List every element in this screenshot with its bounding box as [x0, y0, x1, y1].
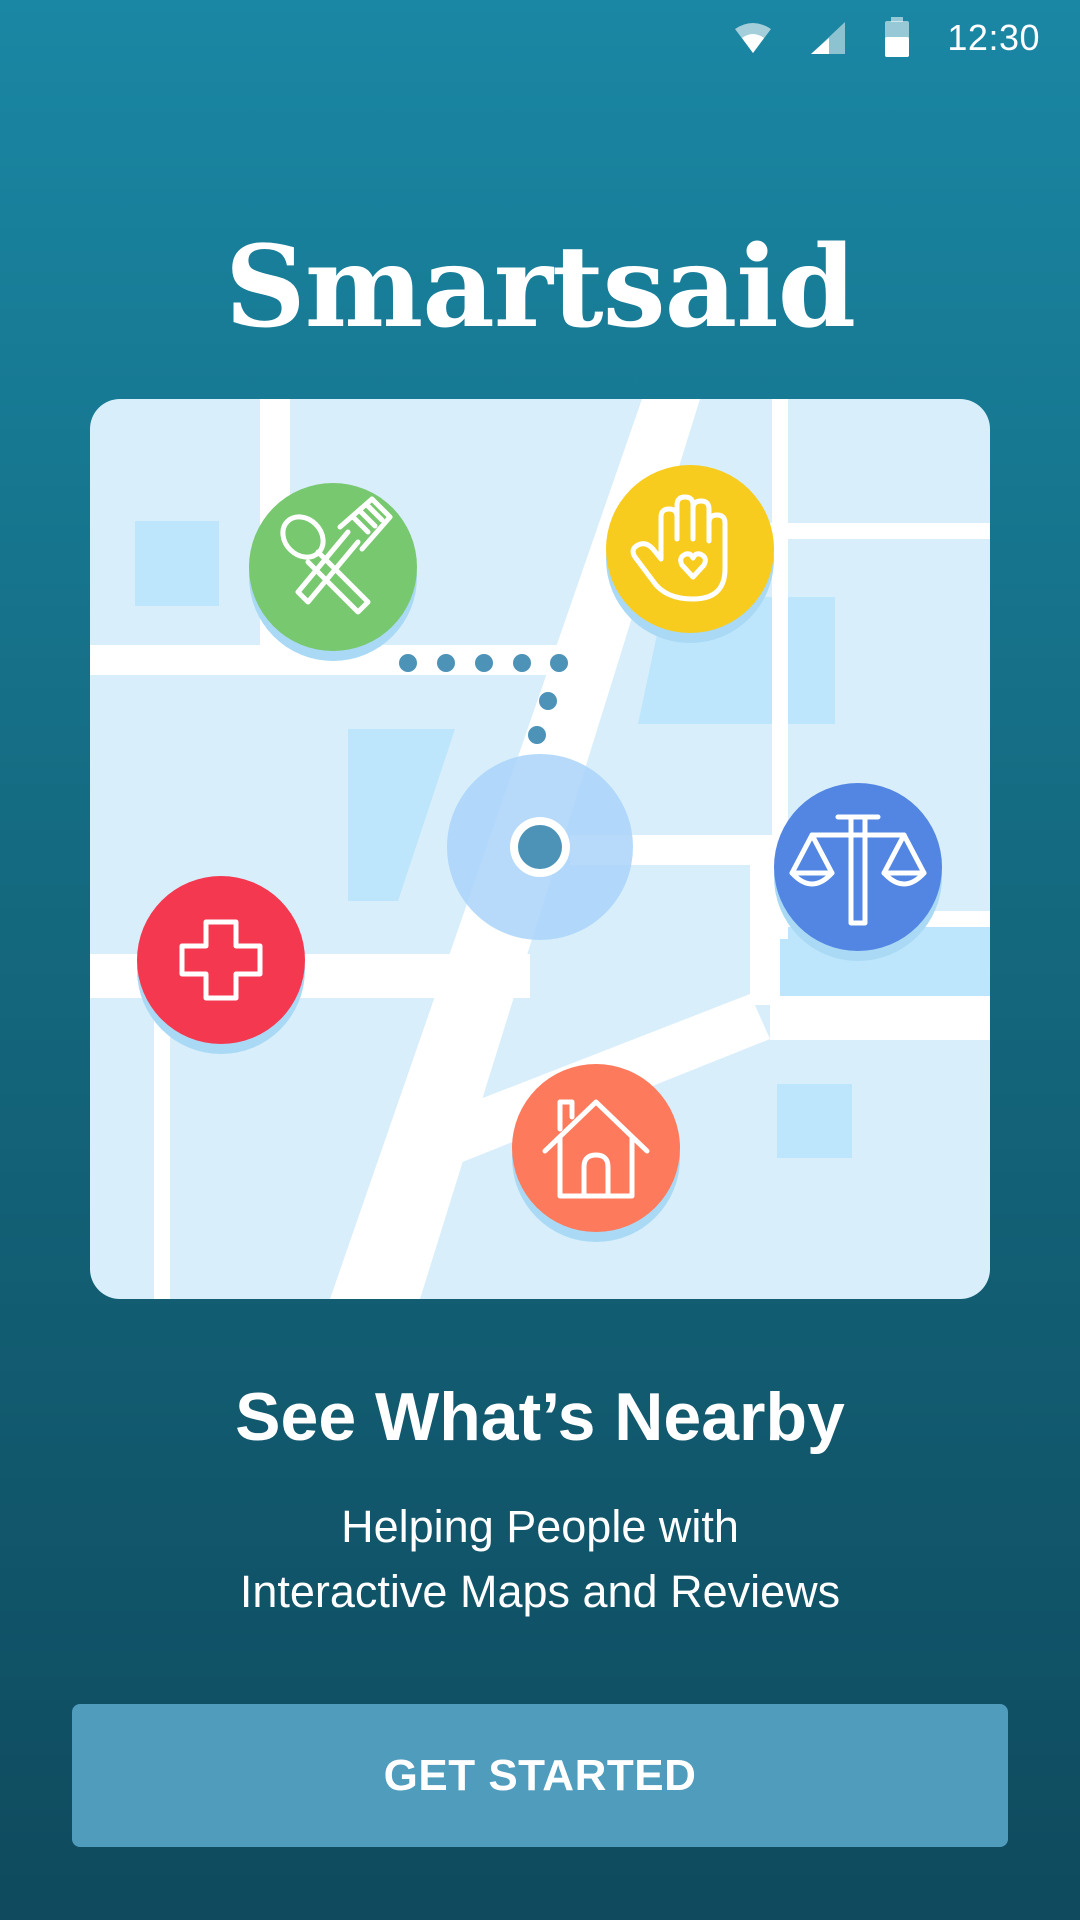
subtitle-line-2: Interactive Maps and Reviews — [239, 1566, 841, 1617]
onboarding-headline: See What’s Nearby — [235, 1379, 845, 1455]
food-marker[interactable] — [249, 483, 417, 661]
health-marker[interactable] — [137, 876, 305, 1054]
legal-marker[interactable] — [774, 783, 942, 961]
status-bar: 12:30 — [0, 0, 1080, 76]
app-title: Smartsaid — [224, 222, 856, 353]
map-block — [777, 1084, 852, 1158]
wifi-icon — [735, 23, 772, 53]
status-time: 12:30 — [947, 17, 1040, 58]
onboarding-subtitle: Helping People with Interactive Maps and… — [0, 1494, 1080, 1624]
current-location-marker — [447, 754, 633, 940]
subtitle-line-1: Helping People with — [341, 1501, 739, 1552]
map-block — [348, 729, 455, 901]
get-started-button[interactable]: GET STARTED — [72, 1704, 1008, 1847]
map-illustration[interactable] — [90, 399, 990, 1299]
housing-marker[interactable] — [512, 1064, 680, 1242]
cellular-signal-icon — [811, 22, 846, 54]
map-block — [135, 521, 219, 606]
support-marker[interactable] — [606, 465, 774, 643]
battery-icon — [885, 17, 910, 57]
